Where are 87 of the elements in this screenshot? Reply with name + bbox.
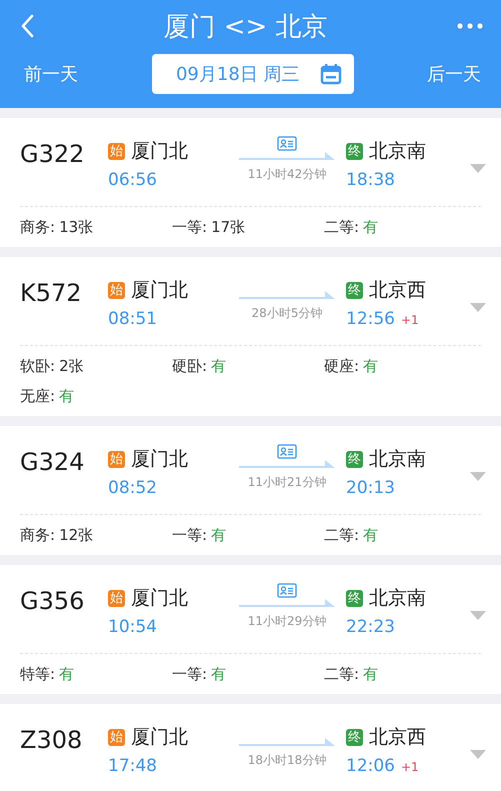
travel-duration: 28小时5分钟 <box>252 305 322 322</box>
travel-duration: 11小时29分钟 <box>248 613 326 630</box>
seat-availability: 12张 <box>59 526 94 544</box>
station-name: 厦门北 <box>131 278 188 303</box>
expand-icon[interactable] <box>470 611 486 620</box>
station-name: 北京南 <box>369 447 426 472</box>
seat-class: 二等: <box>324 664 360 684</box>
seat-class: 商务: <box>20 526 56 544</box>
train-card[interactable]: G322 始 厦门北 06:56 11小时42分钟 终 北京南 18:38 商务: 13张 一等: 17张 二等: 有 <box>0 118 501 247</box>
origin-badge: 始 <box>108 590 125 606</box>
arrival-time: 12:06 <box>346 756 395 776</box>
arrival-time: 18:38 <box>346 170 395 190</box>
train-number: Z308 <box>20 726 84 754</box>
page-title: 厦门 <> 北京 <box>162 10 329 44</box>
seat-class: 硬座: <box>324 356 360 376</box>
train-number: G322 <box>20 140 86 168</box>
seat-class: 二等: <box>324 526 360 544</box>
travel-duration: 11小时42分钟 <box>248 166 326 183</box>
seat-availability: 有 <box>211 526 226 544</box>
seat-availability: 有 <box>211 664 226 684</box>
station-name: 厦门北 <box>131 725 188 750</box>
next-day-mark: +1 <box>401 760 419 774</box>
departure-time: 08:52 <box>108 478 158 498</box>
train-number: K572 <box>20 279 83 307</box>
seat-availability: 17张 <box>211 218 246 236</box>
arrow-icon <box>239 152 335 162</box>
terminal-badge: 终 <box>346 590 363 606</box>
origin-badge: 始 <box>108 142 125 160</box>
station-name: 北京南 <box>369 139 426 164</box>
seat-availability: 有 <box>59 664 74 684</box>
seat-availability: 有 <box>363 356 378 376</box>
station-name: 北京西 <box>369 725 426 750</box>
station-name: 北京西 <box>369 278 426 303</box>
seat-class: 商务: <box>20 218 56 236</box>
seat-class: 一等: <box>172 218 208 236</box>
origin-badge: 始 <box>108 282 125 298</box>
departure-time: 17:48 <box>108 756 158 776</box>
seat-availability: 有 <box>363 218 378 236</box>
seat-availability: 2张 <box>59 356 84 376</box>
seat-class: 软卧: <box>20 356 56 376</box>
seat-availability: 有 <box>363 664 378 684</box>
departure-time: 10:54 <box>108 617 158 637</box>
seat-availability: 有 <box>363 526 378 544</box>
station-name: 厦门北 <box>131 447 188 472</box>
arrow-icon <box>239 291 335 301</box>
origin-badge: 始 <box>108 450 125 468</box>
expand-icon[interactable] <box>470 303 486 312</box>
origin-badge: 始 <box>108 728 125 746</box>
next-day-mark: +1 <box>401 313 419 327</box>
terminal-badge: 终 <box>346 728 363 746</box>
expand-icon[interactable] <box>470 164 486 173</box>
arrow-icon <box>239 599 335 609</box>
arrival-time: 20:13 <box>346 478 395 498</box>
seat-class: 一等: <box>172 526 208 544</box>
seat-class: 硬卧: <box>172 356 208 376</box>
station-name: 北京南 <box>369 586 426 611</box>
train-card[interactable]: G324 始 厦门北 08:52 11小时21分钟 终 北京南 20:13 商务: 12张 一等: 有 二等: 有 <box>0 426 501 555</box>
travel-duration: 11小时21分钟 <box>248 474 326 491</box>
seat-availability: 有 <box>59 386 74 406</box>
arrival-time: 12:56 <box>346 309 395 329</box>
seat-availability: 有 <box>211 356 226 376</box>
train-card[interactable]: K572 始 厦门北 08:51 28小时5分钟 终 北京西 12:56 +1 软卧: 2张 硬卧: 有 硬座: 有 无座: 有 <box>0 257 501 416</box>
train-card[interactable]: G356 始 厦门北 10:54 11小时29分钟 终 北京南 22:23 特等: 有 一等: 有 二等: 有 <box>0 565 501 694</box>
seat-class: 二等: <box>324 218 360 236</box>
seat-class: 特等: <box>20 664 56 684</box>
terminal-badge: 终 <box>346 142 363 160</box>
departure-time: 06:56 <box>108 170 158 190</box>
seat-class: 一等: <box>172 664 208 684</box>
back-icon[interactable] <box>20 14 34 38</box>
departure-time: 08:51 <box>108 309 158 329</box>
train-card[interactable]: Z308 始 厦门北 17:48 18小时18分钟 终 北京西 12:06 +1 <box>0 704 501 791</box>
arrow-icon <box>239 460 335 470</box>
expand-icon[interactable] <box>470 472 486 481</box>
station-name: 厦门北 <box>131 139 188 164</box>
arrow-icon <box>239 738 335 748</box>
calendar-icon <box>320 63 342 85</box>
train-number: G356 <box>20 587 86 615</box>
more-icon[interactable] <box>457 23 483 29</box>
terminal-badge: 终 <box>346 450 363 468</box>
arrival-time: 22:23 <box>346 617 395 637</box>
station-name: 厦门北 <box>131 586 188 611</box>
expand-icon[interactable] <box>470 750 486 759</box>
travel-duration: 18小时18分钟 <box>248 752 326 769</box>
seat-availability: 13张 <box>59 218 94 236</box>
terminal-badge: 终 <box>346 282 363 298</box>
train-number: G324 <box>20 448 86 476</box>
seat-class: 无座: <box>20 386 56 406</box>
